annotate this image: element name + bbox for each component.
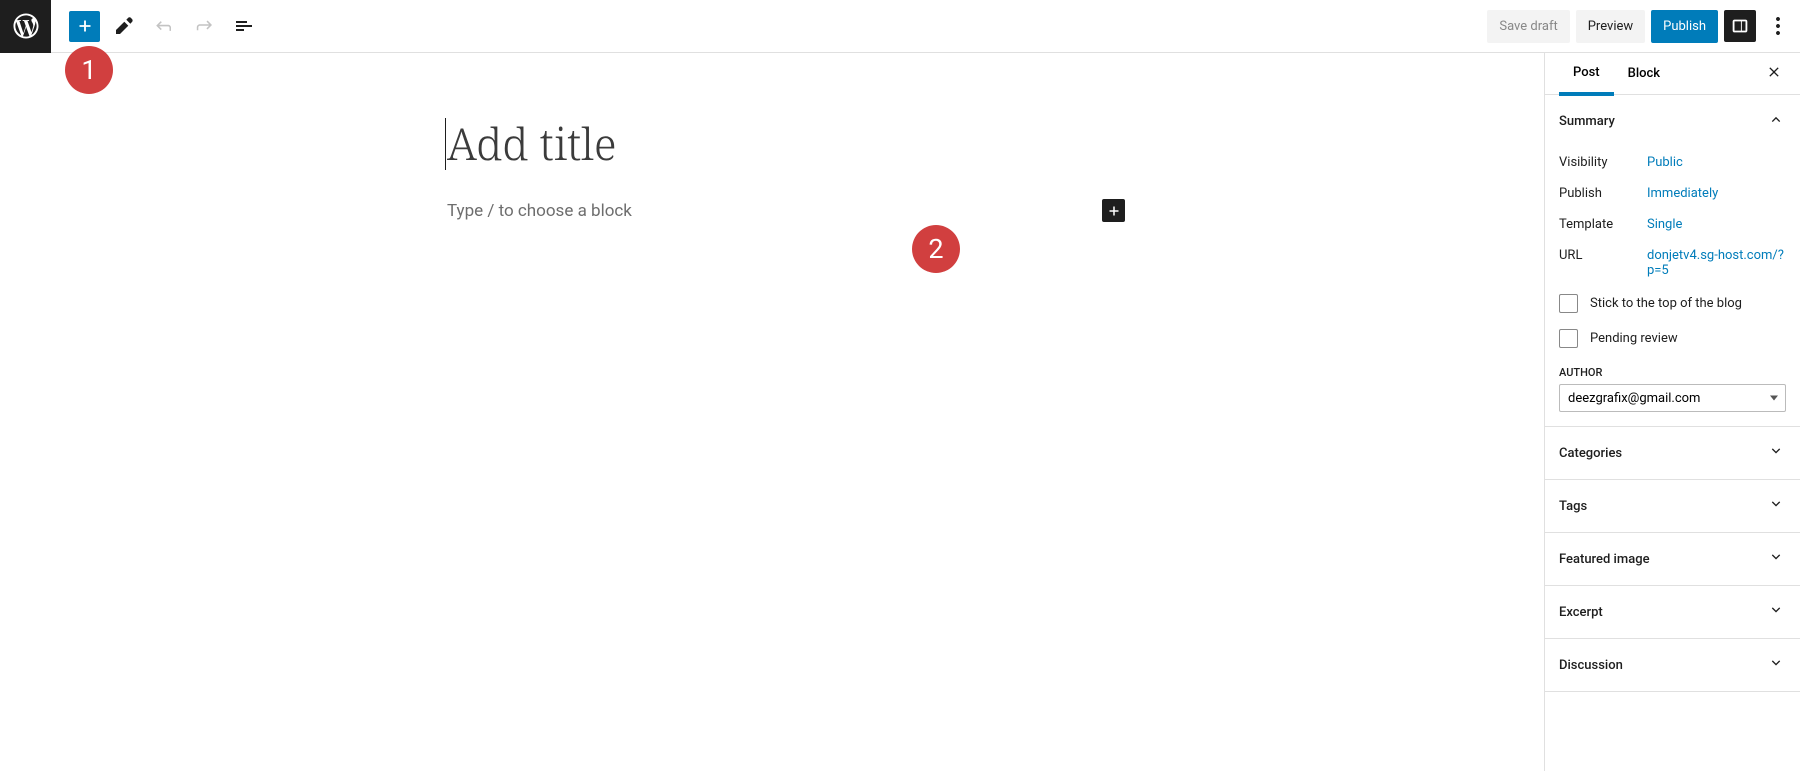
more-vertical-icon xyxy=(1766,14,1790,38)
chevron-down-icon xyxy=(1766,653,1786,673)
settings-sidebar: Post Block Summary Visibility Public Pub… xyxy=(1544,53,1800,771)
toolbar-right-group: Save draft Preview Publish xyxy=(1487,10,1800,43)
author-label: AUTHOR xyxy=(1559,356,1786,384)
close-icon xyxy=(1766,64,1782,80)
settings-toggle-button[interactable] xyxy=(1724,10,1756,42)
redo-button[interactable] xyxy=(188,10,220,42)
main-area: Type / to choose a block Post Block Summ… xyxy=(0,53,1800,771)
block-placeholder[interactable]: Type / to choose a block xyxy=(447,201,1097,221)
panel-tags-title: Tags xyxy=(1559,499,1587,514)
redo-icon xyxy=(192,14,216,38)
author-select[interactable]: deezgrafix@gmail.com xyxy=(1559,384,1786,412)
wp-logo[interactable] xyxy=(0,0,51,53)
row-visibility: Visibility Public xyxy=(1559,147,1786,178)
chevron-up-icon xyxy=(1766,109,1786,129)
undo-icon xyxy=(152,14,176,38)
panel-excerpt-title: Excerpt xyxy=(1559,605,1603,620)
pending-label: Pending review xyxy=(1590,331,1678,346)
publish-label: Publish xyxy=(1559,186,1647,201)
editor-inner: Type / to choose a block xyxy=(447,113,1097,221)
url-label: URL xyxy=(1559,248,1647,278)
more-options-button[interactable] xyxy=(1762,10,1794,42)
chevron-down-icon xyxy=(1766,600,1786,620)
row-pending: Pending review xyxy=(1559,321,1786,356)
panel-discussion-title: Discussion xyxy=(1559,658,1623,673)
plus-icon xyxy=(1105,202,1123,220)
template-label: Template xyxy=(1559,217,1647,232)
sticky-label: Stick to the top of the blog xyxy=(1590,296,1742,311)
row-template: Template Single xyxy=(1559,209,1786,240)
row-sticky: Stick to the top of the blog xyxy=(1559,286,1786,321)
panel-discussion: Discussion xyxy=(1545,639,1800,692)
panel-featured-image-title: Featured image xyxy=(1559,552,1650,567)
sidebar-icon xyxy=(1729,15,1751,37)
visibility-value[interactable]: Public xyxy=(1647,155,1786,170)
undo-button[interactable] xyxy=(148,10,180,42)
close-sidebar-button[interactable] xyxy=(1762,62,1786,86)
sticky-checkbox[interactable] xyxy=(1559,294,1578,313)
row-publish: Publish Immediately xyxy=(1559,178,1786,209)
post-title-input[interactable] xyxy=(447,113,1097,173)
save-draft-button[interactable]: Save draft xyxy=(1487,10,1569,43)
tab-block[interactable]: Block xyxy=(1614,54,1674,93)
panel-categories-title: Categories xyxy=(1559,446,1622,461)
panel-discussion-header[interactable]: Discussion xyxy=(1545,639,1800,691)
panel-excerpt: Excerpt xyxy=(1545,586,1800,639)
pending-checkbox[interactable] xyxy=(1559,329,1578,348)
panel-excerpt-header[interactable]: Excerpt xyxy=(1545,586,1800,638)
add-block-button[interactable] xyxy=(69,11,100,42)
panel-tags-header[interactable]: Tags xyxy=(1545,480,1800,532)
publish-value[interactable]: Immediately xyxy=(1647,186,1786,201)
publish-button[interactable]: Publish xyxy=(1651,10,1718,43)
wordpress-icon xyxy=(11,11,41,41)
panel-categories: Categories xyxy=(1545,427,1800,480)
toolbar-left-group xyxy=(51,10,260,42)
sidebar-tabs: Post Block xyxy=(1545,53,1800,95)
tab-post[interactable]: Post xyxy=(1559,53,1614,96)
url-value[interactable]: donjetv4.sg-host.com/?p=5 xyxy=(1647,248,1786,278)
edit-mode-button[interactable] xyxy=(108,10,140,42)
editor-canvas: Type / to choose a block xyxy=(0,53,1544,771)
chevron-down-icon xyxy=(1766,547,1786,567)
panel-summary-header[interactable]: Summary xyxy=(1545,95,1800,147)
outline-button[interactable] xyxy=(228,10,260,42)
panel-categories-header[interactable]: Categories xyxy=(1545,427,1800,479)
block-placeholder-text: Type / to choose a block xyxy=(447,201,632,221)
inline-add-block-button[interactable] xyxy=(1102,199,1125,222)
chevron-down-icon xyxy=(1766,441,1786,461)
title-caret xyxy=(447,113,1097,173)
pencil-icon xyxy=(112,14,136,38)
panel-summary-body: Visibility Public Publish Immediately Te… xyxy=(1545,147,1800,426)
plus-icon xyxy=(74,15,96,37)
template-value[interactable]: Single xyxy=(1647,217,1786,232)
panel-featured-image: Featured image xyxy=(1545,533,1800,586)
outline-icon xyxy=(232,14,256,38)
chevron-down-icon xyxy=(1766,494,1786,514)
row-url: URL donjetv4.sg-host.com/?p=5 xyxy=(1559,240,1786,286)
top-toolbar: Save draft Preview Publish xyxy=(0,0,1800,53)
panel-featured-image-header[interactable]: Featured image xyxy=(1545,533,1800,585)
visibility-label: Visibility xyxy=(1559,155,1647,170)
preview-button[interactable]: Preview xyxy=(1576,10,1645,43)
panel-tags: Tags xyxy=(1545,480,1800,533)
panel-summary: Summary Visibility Public Publish Immedi… xyxy=(1545,95,1800,427)
panel-summary-title: Summary xyxy=(1559,114,1615,129)
